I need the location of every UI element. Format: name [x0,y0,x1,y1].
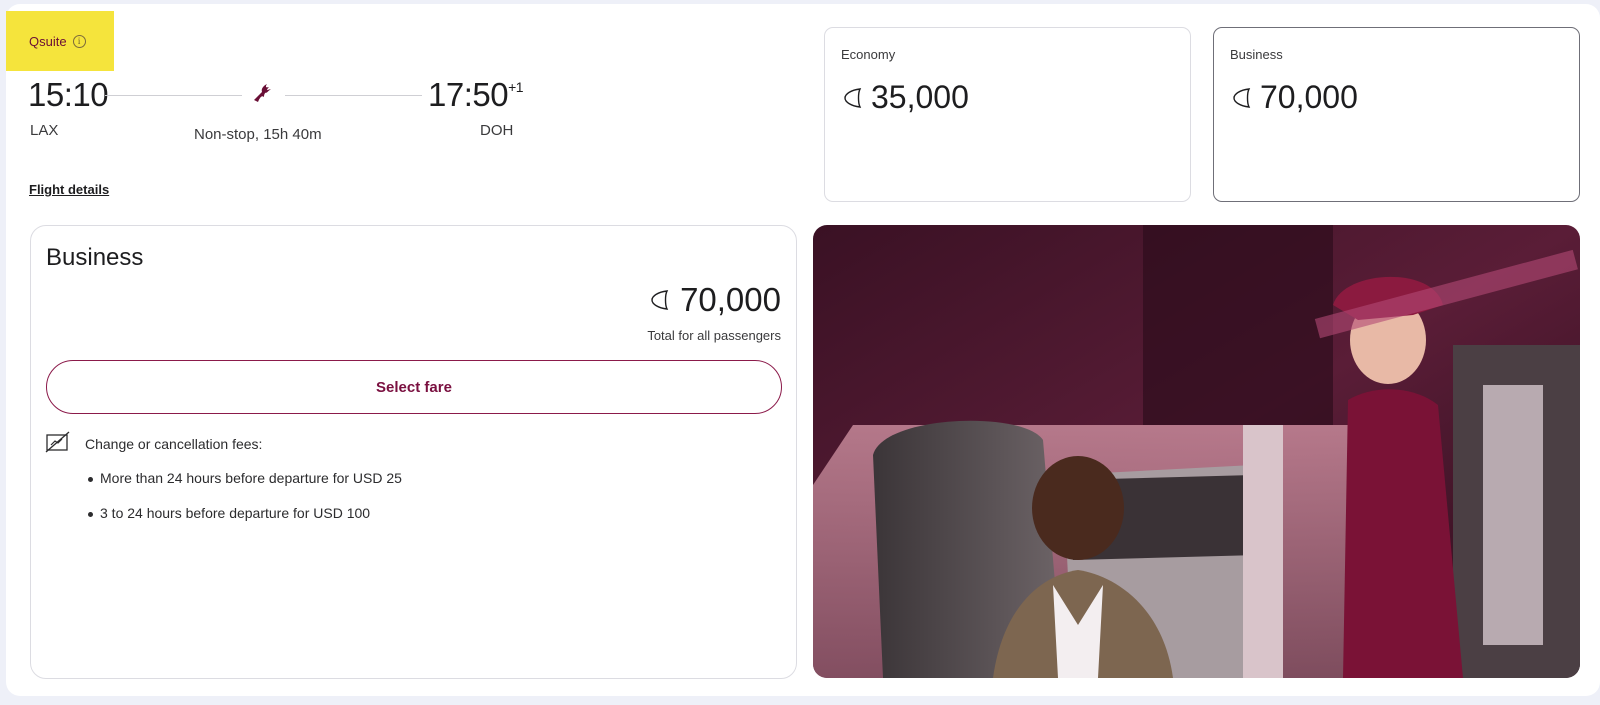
info-circle-icon[interactable]: i [72,34,86,48]
fee-item: 3 to 24 hours before departure for USD 1… [88,505,402,521]
fees-list: More than 24 hours before departure for … [88,470,402,540]
fare-detail-panel: Business 70,000 Total for all passengers… [30,225,797,679]
fees-title: Change or cancellation fees: [85,436,263,452]
price-note: Total for all passengers [647,328,781,343]
flight-details-link[interactable]: Flight details [29,182,109,197]
fare-value: 35,000 [841,79,969,116]
origin-code: LAX [30,122,59,139]
flight-duration: Non-stop, 15h 40m [194,126,322,143]
arrival-time: 17:50+1 [428,76,524,114]
no-fee-ticket-icon [45,431,70,453]
route-line-left [105,95,242,96]
fee-item: More than 24 hours before departure for … [88,470,402,486]
avios-icon [1233,87,1251,108]
panel-price-amount: 70,000 [680,281,781,318]
fare-option-economy[interactable]: Economy 35,000 [824,27,1191,202]
fare-amount: 35,000 [871,79,969,115]
departure-time: 15:10 [28,76,109,113]
fare-label: Economy [841,47,896,62]
business-cabin-photo [813,225,1580,678]
fare-amount: 70,000 [1260,79,1358,115]
fare-label: Business [1230,47,1283,62]
route-line-right [285,95,422,96]
day-offset: +1 [508,79,524,95]
fare-option-business[interactable]: Business 70,000 [1213,27,1580,202]
select-fare-button[interactable]: Select fare [46,360,782,414]
fare-value: 70,000 [1230,79,1358,116]
oryx-logo-icon [254,84,271,102]
panel-title: Business [46,244,144,271]
arrival-time-value: 17:50 [428,76,509,113]
avios-icon [651,290,669,310]
destination-code: DOH [480,122,514,139]
panel-price: 70,000 [648,281,781,319]
avios-icon [844,87,862,108]
qsuite-badge[interactable]: Qsuite i [6,11,114,71]
qsuite-label: Qsuite [29,33,67,49]
